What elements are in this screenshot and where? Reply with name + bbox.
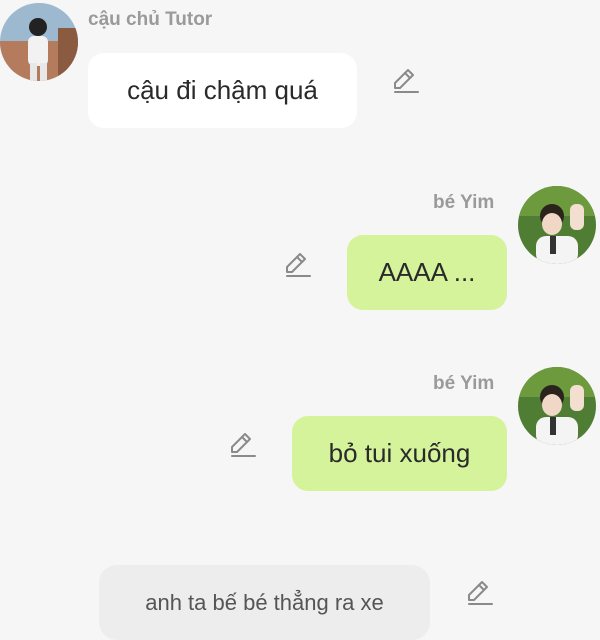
message-bubble-2[interactable]: AAAA ... [347,235,507,310]
edit-icon[interactable] [465,578,495,608]
avatar-yim-image [518,186,596,264]
sender-name-yim: bé Yim [433,373,495,394]
sender-name-yim: bé Yim [433,192,495,213]
sender-name-tutor: cậu chủ Tutor [88,9,213,30]
avatar-tutor-image [0,3,78,81]
avatar-yim[interactable] [518,186,596,264]
message-bubble-1[interactable]: cậu đi chậm quá [88,53,357,128]
edit-icon[interactable] [283,250,313,280]
avatar-yim-image [518,367,596,445]
avatar-yim[interactable] [518,367,596,445]
message-bubble-3[interactable]: bỏ tui xuống [292,416,507,491]
narration-bubble[interactable]: anh ta bế bé thẳng ra xe [99,565,430,640]
avatar-tutor[interactable] [0,3,78,81]
edit-icon[interactable] [228,430,258,460]
edit-icon[interactable] [391,66,421,96]
